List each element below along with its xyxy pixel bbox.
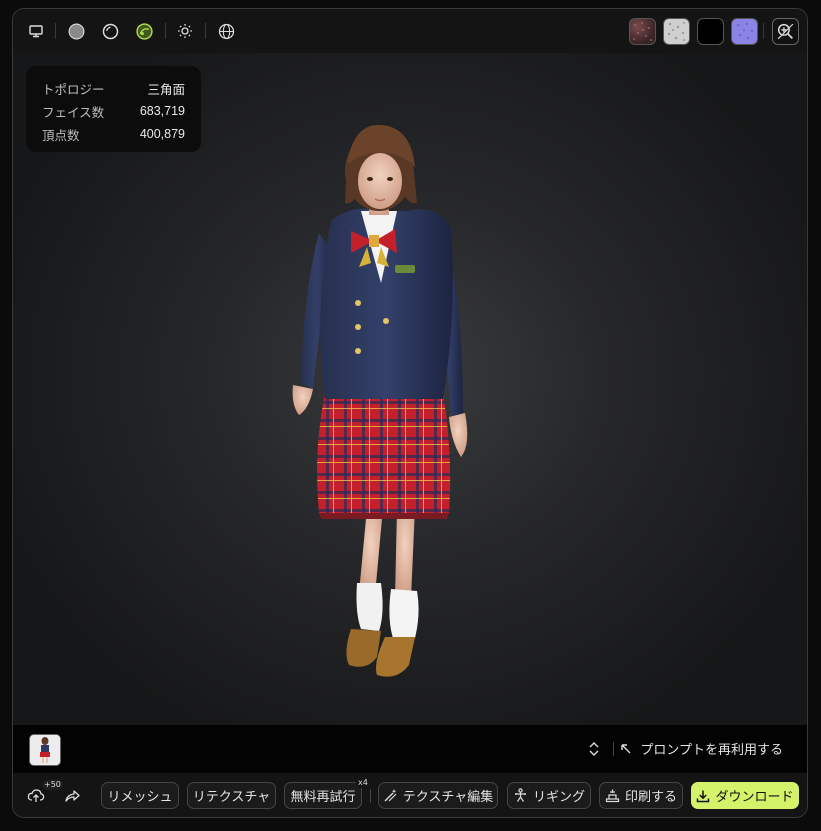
share-arrow-icon — [65, 790, 80, 802]
magic-brush-icon — [384, 789, 397, 802]
action-bar: +50 リメッシュ リテクスチャ 無料再試行 x4 テクスチャ編集 リギング 印… — [13, 773, 807, 817]
retexture-button[interactable]: リテクスチャ — [187, 782, 276, 809]
remesh-button[interactable]: リメッシュ — [101, 782, 179, 809]
free-retry-label: 無料再試行 — [290, 789, 356, 804]
textured-sphere-icon[interactable] — [135, 22, 153, 40]
toolbar-divider — [165, 23, 166, 39]
remesh-label: リメッシュ — [107, 789, 173, 804]
model-viewer-window: トポロジー 三角面 フェイス数 683,719 頂点数 400,879 プロンプ… — [12, 8, 808, 818]
download-icon — [697, 790, 710, 802]
print-button[interactable]: 印刷する — [599, 782, 683, 809]
view-toolbar — [13, 9, 807, 53]
print-label: 印刷する — [624, 789, 677, 804]
action-divider — [370, 789, 371, 803]
character-model[interactable] — [13, 53, 807, 725]
toolbar-divider — [763, 23, 764, 39]
download-button[interactable]: ダウンロード — [691, 782, 799, 809]
sun-icon[interactable] — [176, 22, 194, 40]
share-button[interactable] — [63, 787, 81, 805]
globe-wireframe-icon[interactable] — [217, 22, 235, 40]
prompt-divider — [613, 742, 614, 756]
expand-toggle-button[interactable] — [587, 741, 601, 757]
zoom-toggle-button[interactable] — [772, 18, 799, 45]
reuse-prompt-button[interactable]: プロンプトを再利用する — [620, 739, 783, 758]
arrow-up-left-icon — [621, 743, 631, 753]
free-retry-button[interactable]: 無料再試行 — [284, 782, 362, 809]
rigging-label: リギング — [532, 789, 585, 804]
monitor-icon[interactable] — [27, 22, 45, 40]
rigging-button[interactable]: リギング — [507, 782, 591, 809]
3d-viewport[interactable]: トポロジー 三角面 フェイス数 683,719 頂点数 400,879 — [13, 53, 807, 725]
cloud-upload-icon — [27, 789, 45, 802]
model-thumbnail[interactable] — [29, 734, 61, 766]
texture-edit-label: テクスチャ編集 — [402, 789, 494, 804]
prompt-bar: プロンプトを再利用する — [13, 725, 807, 773]
toolbar-divider — [55, 23, 56, 39]
skeleton-icon — [514, 788, 526, 802]
upload-button[interactable] — [27, 787, 45, 805]
upload-badge: +50 — [42, 780, 63, 790]
retry-count-badge: x4 — [356, 778, 370, 788]
zoom-icon — [777, 23, 794, 40]
retexture-label: リテクスチャ — [192, 789, 271, 804]
toolbar-divider — [205, 23, 206, 39]
metallic-swatch[interactable] — [697, 18, 724, 45]
chevron-up-down-icon — [589, 742, 599, 756]
reuse-prompt-label: プロンプトを再利用する — [640, 742, 783, 757]
outline-sphere-icon[interactable] — [101, 22, 119, 40]
normal-swatch[interactable] — [731, 18, 758, 45]
texture-edit-button[interactable]: テクスチャ編集 — [378, 782, 498, 809]
printer-3d-icon — [605, 789, 620, 803]
roughness-swatch[interactable] — [663, 18, 690, 45]
albedo-swatch[interactable] — [629, 18, 656, 45]
solid-sphere-icon[interactable] — [67, 22, 85, 40]
download-label: ダウンロード — [715, 789, 794, 804]
